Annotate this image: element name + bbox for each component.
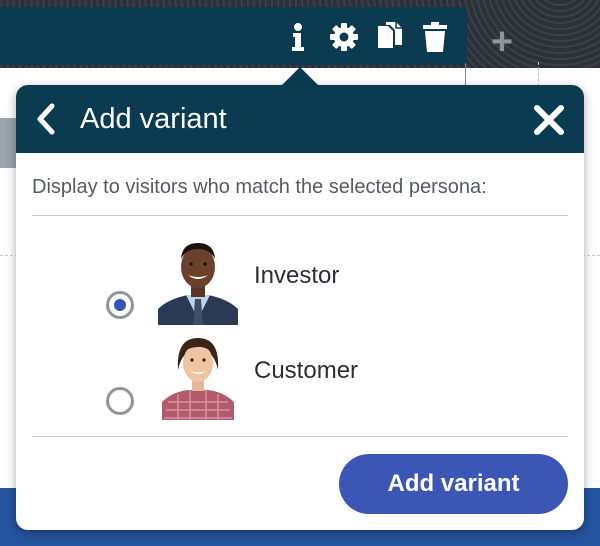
persona-name-customer: Customer [254, 357, 359, 384]
page-element [0, 118, 16, 168]
divider [32, 436, 568, 437]
dialog-header: Add variant [16, 85, 584, 153]
trash-icon[interactable] [421, 22, 449, 52]
radio-investor[interactable] [106, 291, 134, 319]
persona-name-investor: Investor [254, 262, 340, 289]
popover-pointer [282, 67, 318, 85]
persona-option-investor: Investor [16, 235, 584, 325]
add-variant-button[interactable]: Add variant [339, 454, 568, 514]
persona-option-customer: Customer [16, 330, 584, 420]
info-icon[interactable] [284, 22, 312, 52]
component-toolbar [0, 7, 467, 65]
add-variant-dialog: Add variant Display to visitors who matc… [16, 85, 584, 530]
divider [32, 215, 568, 216]
investor-avatar [158, 235, 238, 325]
dialog-title: Add variant [80, 103, 227, 135]
plus-icon[interactable]: + [484, 23, 520, 61]
chevron-left-icon[interactable] [32, 103, 62, 135]
customer-avatar [158, 330, 238, 420]
copy-icon[interactable] [376, 22, 404, 52]
radio-customer[interactable] [106, 387, 134, 415]
close-icon[interactable] [532, 103, 566, 137]
dialog-description: Display to visitors who match the select… [32, 176, 487, 198]
gear-icon[interactable] [330, 22, 358, 52]
